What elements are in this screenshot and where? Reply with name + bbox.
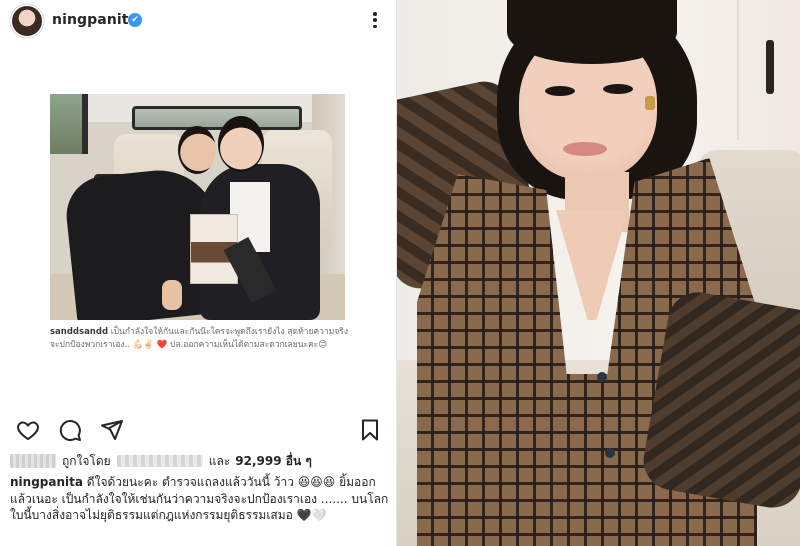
avatar[interactable] bbox=[12, 6, 42, 36]
comment-icon[interactable] bbox=[58, 418, 82, 442]
blazer-button bbox=[605, 448, 615, 458]
lips bbox=[563, 142, 607, 156]
car-window bbox=[50, 94, 88, 154]
blurred-avatar bbox=[10, 454, 56, 468]
share-icon[interactable] bbox=[100, 418, 124, 442]
person-left-head bbox=[178, 126, 216, 174]
caption-username[interactable]: ningpanita bbox=[10, 475, 83, 489]
post-header: ningpanita ✔ bbox=[0, 0, 397, 42]
post-actions bbox=[0, 418, 397, 444]
post-caption: ningpanita ดีใจด้วยนะคะ ตำรวจแถลงแล้ววัน… bbox=[10, 474, 390, 524]
shared-caption: sanddsandd เป็นกำลังใจให้กันและกันน๊ะใคร… bbox=[50, 326, 350, 351]
wall-panel-line bbox=[737, 0, 739, 140]
likes-and: และ bbox=[208, 453, 231, 468]
like-icon[interactable] bbox=[16, 418, 40, 442]
instagram-post: ningpanita ✔ sanddsandd เป็นกำลังใจให้กั… bbox=[0, 0, 397, 546]
shared-photo[interactable] bbox=[50, 94, 345, 320]
heart-emoji: ❤️ bbox=[156, 339, 168, 350]
portrait-photo bbox=[397, 0, 800, 546]
post-username[interactable]: ningpanita bbox=[52, 12, 138, 28]
eye bbox=[545, 86, 575, 96]
shared-caption-user[interactable]: sanddsandd bbox=[50, 327, 108, 337]
likes-row: ถูกใจโดย และ 92,999 อื่น ๆ bbox=[10, 450, 390, 472]
more-options-icon[interactable] bbox=[368, 9, 382, 31]
verified-badge-icon: ✔ bbox=[128, 13, 142, 27]
person-right-head bbox=[218, 116, 264, 172]
hand bbox=[162, 280, 182, 310]
blurred-username bbox=[116, 455, 203, 467]
shared-caption-note: ปล.ออกความเห็นได้ตามสะดวกเลยนะคะ😊 bbox=[169, 339, 328, 350]
likes-count[interactable]: 92,999 อื่น ๆ bbox=[235, 452, 312, 471]
door-handle bbox=[766, 40, 774, 94]
hair-bangs bbox=[507, 0, 677, 64]
save-bookmark-icon[interactable] bbox=[358, 418, 382, 442]
car-rear-window bbox=[132, 106, 302, 130]
earring bbox=[645, 96, 655, 110]
eye bbox=[603, 84, 633, 94]
blazer-button bbox=[597, 372, 607, 382]
likes-prefix: ถูกใจโดย bbox=[62, 453, 111, 468]
